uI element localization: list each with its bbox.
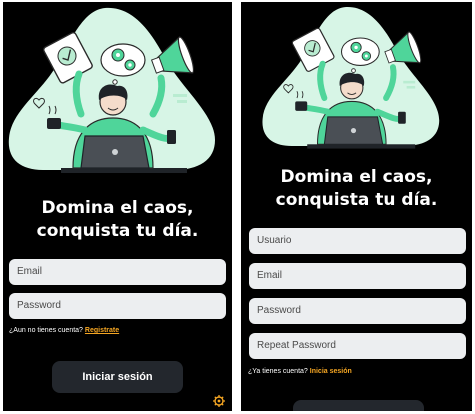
register-prompt: ¿Aun no tienes cuenta? Registrate [9,327,119,334]
register-button[interactable] [293,400,424,411]
login-button[interactable]: Iniciar sesión [52,361,183,393]
username-field[interactable]: Usuario [249,228,466,254]
repeat-password-field[interactable]: Repeat Password [249,333,466,359]
login-screen: Domina el caos, conquista tu día. Email … [3,2,232,411]
register-link[interactable]: Registrate [85,327,119,334]
headline: Domina el caos, conquista tu día. [3,197,232,243]
headline-line-2: conquista tu día. [36,221,199,241]
gear-icon[interactable] [212,394,226,408]
login-link[interactable]: Inicia sesión [310,368,352,375]
email-field[interactable]: Email [9,259,226,285]
hero-illustration [241,2,472,152]
password-field[interactable]: Password [249,298,466,324]
login-prompt-text: ¿Ya tienes cuenta? [248,368,308,375]
hero-illustration [3,2,232,177]
headline-line-1: Domina el caos, [41,198,194,218]
login-prompt: ¿Ya tienes cuenta? Inicia sesión [248,368,352,375]
headline-line-1: Domina el caos, [280,167,433,187]
headline-line-2: conquista tu día. [275,190,438,210]
password-field[interactable]: Password [9,293,226,319]
register-screen: Domina el caos, conquista tu día. Usuari… [241,2,472,411]
headline: Domina el caos, conquista tu día. [241,166,472,212]
email-field[interactable]: Email [249,263,466,289]
register-prompt-text: ¿Aun no tienes cuenta? [9,327,83,334]
